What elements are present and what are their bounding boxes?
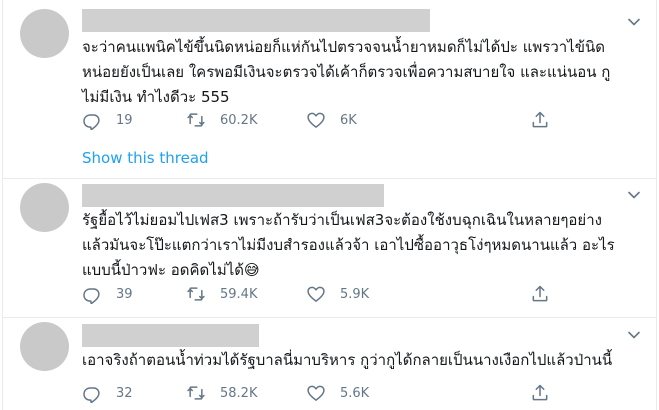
tweet-text-line: จะว่าคนแพนิคไข้ขึ้นนิดหน่อยก็แห่กันไปตรว… <box>82 38 605 56</box>
retweet-icon <box>187 287 205 301</box>
reply-icon <box>83 288 100 304</box>
tweet-actions: 19 60.2K 6K <box>82 109 562 131</box>
tweet-text: จะว่าคนแพนิคไข้ขึ้นนิดหน่อยก็แห่กันไปตรว… <box>82 35 647 110</box>
heart-icon <box>307 385 325 401</box>
tweet-text-line-content: แบบนี้ป่าวฟะ อดคิดไม่ได้ <box>82 261 245 279</box>
chevron-down-icon[interactable] <box>626 187 642 203</box>
show-thread-link[interactable]: Show this thread <box>82 149 209 167</box>
like-button[interactable]: 6K <box>306 109 357 131</box>
tweet-actions: 39 59.4K 5.9K <box>82 283 562 305</box>
share-button[interactable] <box>530 283 550 305</box>
reply-count: 39 <box>116 286 133 302</box>
chevron-down-icon[interactable] <box>626 14 642 30</box>
reply-icon <box>83 387 100 403</box>
heart-icon <box>307 112 325 128</box>
retweet-button[interactable]: 58.2K <box>186 382 257 404</box>
chevron-down-icon[interactable] <box>626 327 642 343</box>
tweet-actions: 32 58.2K 5.6K <box>82 382 562 404</box>
share-button[interactable] <box>530 109 550 131</box>
tweet[interactable]: จะว่าคนแพนิคไข้ขึ้นนิดหน่อยก็แห่กันไปตรว… <box>3 0 656 178</box>
retweet-button[interactable]: 59.4K <box>186 283 257 305</box>
retweet-count: 60.2K <box>220 112 258 128</box>
tweet-text-line: หน่อยยังเป็นเลย ใครพอมีเงินจะตรวจได้เค้า… <box>82 63 611 81</box>
reply-count: 32 <box>116 385 133 401</box>
author-name-redacted <box>82 9 430 32</box>
retweet-count: 59.4K <box>220 286 258 302</box>
reply-button[interactable]: 32 <box>82 382 133 404</box>
like-count: 5.6K <box>340 385 370 401</box>
share-icon <box>532 285 548 302</box>
share-icon <box>532 111 548 128</box>
avatar[interactable] <box>20 183 69 232</box>
reply-button[interactable]: 19 <box>82 109 133 131</box>
tweet-text-line: รัฐยื้อไว้ไม่ยอมไปเฟส3 เพราะถ้ารับว่าเป็… <box>82 211 602 229</box>
like-button[interactable]: 5.9K <box>306 283 369 305</box>
timeline: จะว่าคนแพนิคไข้ขึ้นนิดหน่อยก็แห่กันไปตรว… <box>2 0 657 410</box>
share-icon <box>532 384 548 401</box>
reply-count: 19 <box>116 112 133 128</box>
tweet-text-line: แล้วมันจะโป๊ะแตกว่าเราไม่มีงบสำรองแล้วจ้… <box>82 236 615 254</box>
retweet-button[interactable]: 60.2K <box>186 109 257 131</box>
tweet-text: รัฐยื้อไว้ไม่ยอมไปเฟส3 เพราะถ้ารับว่าเป็… <box>82 208 647 283</box>
retweet-count: 58.2K <box>220 385 258 401</box>
author-name-redacted <box>82 184 384 207</box>
tweet-text: เอาจริงถ้าตอนน้ำท่วมได้รัฐบาลนี่มาบริหาร… <box>82 348 647 373</box>
tweet-text-line: แบบนี้ป่าวฟะ อดคิดไม่ได้😅 <box>82 258 647 283</box>
author-name-redacted <box>82 324 259 347</box>
like-count: 5.9K <box>340 286 370 302</box>
like-button[interactable]: 5.6K <box>306 382 369 404</box>
emoji-sweat-smile: 😅 <box>244 261 260 279</box>
like-count: 6K <box>340 112 357 128</box>
retweet-icon <box>187 113 205 127</box>
share-button[interactable] <box>530 382 550 404</box>
retweet-icon <box>187 386 205 400</box>
tweet[interactable]: รัฐยื้อไว้ไม่ยอมไปเฟส3 เพราะถ้ารับว่าเป็… <box>3 178 656 317</box>
tweet[interactable]: เอาจริงถ้าตอนน้ำท่วมได้รัฐบาลนี่มาบริหาร… <box>3 317 656 410</box>
tweet-text-line: ไม่มีเงิน ทำไงดีวะ 555 <box>82 88 230 106</box>
reply-icon <box>83 114 100 130</box>
reply-button[interactable]: 39 <box>82 283 133 305</box>
avatar[interactable] <box>20 322 69 371</box>
tweet-text-line: เอาจริงถ้าตอนน้ำท่วมได้รัฐบาลนี่มาบริหาร… <box>82 351 613 369</box>
avatar[interactable] <box>20 9 69 58</box>
heart-icon <box>307 286 325 302</box>
